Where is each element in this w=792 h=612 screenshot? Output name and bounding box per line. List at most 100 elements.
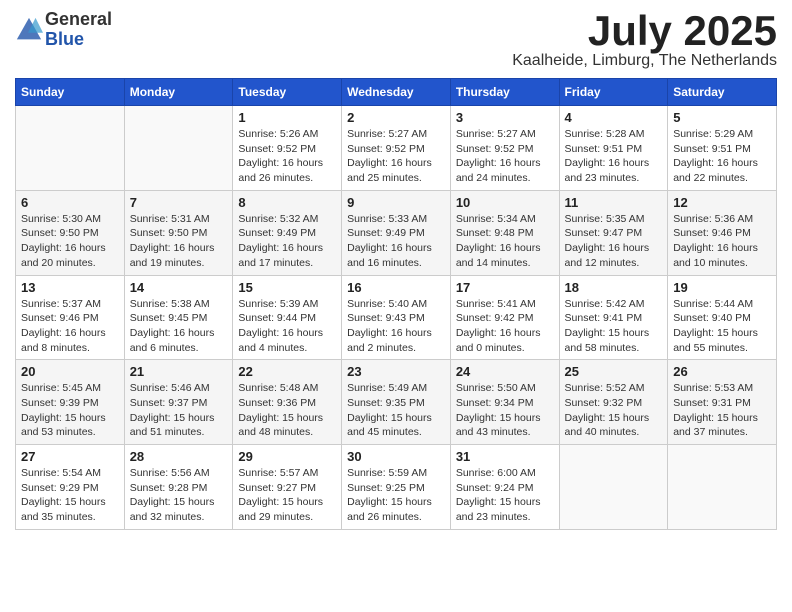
day-number: 26 (673, 364, 771, 379)
calendar-cell: 6Sunrise: 5:30 AMSunset: 9:50 PMDaylight… (16, 190, 125, 275)
day-info: Sunrise: 5:26 AMSunset: 9:52 PMDaylight:… (238, 127, 336, 186)
day-info: Sunrise: 5:40 AMSunset: 9:43 PMDaylight:… (347, 297, 445, 356)
day-info: Sunrise: 5:34 AMSunset: 9:48 PMDaylight:… (456, 212, 554, 271)
day-info: Sunrise: 5:50 AMSunset: 9:34 PMDaylight:… (456, 381, 554, 440)
day-info: Sunrise: 5:32 AMSunset: 9:49 PMDaylight:… (238, 212, 336, 271)
day-info: Sunrise: 5:31 AMSunset: 9:50 PMDaylight:… (130, 212, 228, 271)
day-number: 20 (21, 364, 119, 379)
day-info: Sunrise: 5:27 AMSunset: 9:52 PMDaylight:… (456, 127, 554, 186)
day-number: 2 (347, 110, 445, 125)
calendar-week-5: 27 Sunrise: 5:54 AMSunset: 9:29 PMDayligh… (16, 445, 777, 530)
day-info: Sunrise: 5:56 AMSunset: 9:28 PMDaylight:… (130, 466, 228, 525)
day-info: Sunrise: 5:49 AMSunset: 9:35 PMDaylight:… (347, 381, 445, 440)
day-number: 30 (347, 449, 445, 464)
day-info: Sunrise: 5:41 AMSunset: 9:42 PMDaylight:… (456, 297, 554, 356)
calendar-cell: 10 Sunrise: 5:34 AMSunset: 9:48 PMDayligh… (450, 190, 559, 275)
day-info: Sunrise: 5:54 AMSunset: 9:29 PMDaylight:… (21, 466, 119, 525)
calendar-cell: 30 Sunrise: 5:59 AMSunset: 9:25 PMDayligh… (342, 445, 451, 530)
calendar-week-1: 1 Sunrise: 5:26 AMSunset: 9:52 PMDaylight… (16, 106, 777, 191)
day-number: 27 (21, 449, 119, 464)
header-thursday: Thursday (450, 79, 559, 106)
day-number: 31 (456, 449, 554, 464)
header-monday: Monday (124, 79, 233, 106)
calendar-cell (16, 106, 125, 191)
calendar-cell: 27 Sunrise: 5:54 AMSunset: 9:29 PMDayligh… (16, 445, 125, 530)
calendar-cell (124, 106, 233, 191)
day-info: Sunrise: 5:37 AMSunset: 9:46 PMDaylight:… (21, 297, 119, 356)
logo-general: General (45, 10, 112, 30)
calendar-cell: 8 Sunrise: 5:32 AMSunset: 9:49 PMDaylight… (233, 190, 342, 275)
calendar-cell (559, 445, 668, 530)
day-number: 3 (456, 110, 554, 125)
day-info: Sunrise: 5:44 AMSunset: 9:40 PMDaylight:… (673, 297, 771, 356)
calendar-cell: 21 Sunrise: 5:46 AMSunset: 9:37 PMDayligh… (124, 360, 233, 445)
day-number: 21 (130, 364, 228, 379)
day-info: Sunrise: 5:53 AMSunset: 9:31 PMDaylight:… (673, 381, 771, 440)
calendar-cell: 3 Sunrise: 5:27 AMSunset: 9:52 PMDaylight… (450, 106, 559, 191)
day-number: 29 (238, 449, 336, 464)
day-number: 11 (565, 195, 663, 210)
day-info: Sunrise: 5:30 AMSunset: 9:50 PMDaylight:… (21, 212, 119, 271)
location-title: Kaalheide, Limburg, The Netherlands (512, 52, 777, 70)
day-info: Sunrise: 5:42 AMSunset: 9:41 PMDaylight:… (565, 297, 663, 356)
day-info: Sunrise: 5:33 AMSunset: 9:49 PMDaylight:… (347, 212, 445, 271)
day-info: Sunrise: 5:57 AMSunset: 9:27 PMDaylight:… (238, 466, 336, 525)
day-info: Sunrise: 5:35 AMSunset: 9:47 PMDaylight:… (565, 212, 663, 271)
day-info: Sunrise: 5:38 AMSunset: 9:45 PMDaylight:… (130, 297, 228, 356)
day-number: 24 (456, 364, 554, 379)
day-info: Sunrise: 5:45 AMSunset: 9:39 PMDaylight:… (21, 381, 119, 440)
header-saturday: Saturday (668, 79, 777, 106)
day-info: Sunrise: 5:59 AMSunset: 9:25 PMDaylight:… (347, 466, 445, 525)
calendar-cell: 15Sunrise: 5:39 AMSunset: 9:44 PMDayligh… (233, 275, 342, 360)
calendar-cell: 31 Sunrise: 6:00 AMSunset: 9:24 PMDayligh… (450, 445, 559, 530)
page-header: General Blue July 2025 Kaalheide, Limbur… (15, 10, 777, 70)
calendar-cell: 25 Sunrise: 5:52 AMSunset: 9:32 PMDayligh… (559, 360, 668, 445)
header-friday: Friday (559, 79, 668, 106)
day-number: 5 (673, 110, 771, 125)
day-number: 18 (565, 280, 663, 295)
calendar-cell: 29 Sunrise: 5:57 AMSunset: 9:27 PMDayligh… (233, 445, 342, 530)
month-title: July 2025 (512, 10, 777, 52)
calendar-week-4: 20 Sunrise: 5:45 AMSunset: 9:39 PMDayligh… (16, 360, 777, 445)
calendar-cell: 23 Sunrise: 5:49 AMSunset: 9:35 PMDayligh… (342, 360, 451, 445)
day-number: 13 (21, 280, 119, 295)
calendar-table: Sunday Monday Tuesday Wednesday Thursday… (15, 78, 777, 530)
calendar-cell: 22Sunrise: 5:48 AMSunset: 9:36 PMDayligh… (233, 360, 342, 445)
day-info: Sunrise: 5:48 AMSunset: 9:36 PMDaylight:… (238, 381, 336, 440)
calendar-cell: 26 Sunrise: 5:53 AMSunset: 9:31 PMDayligh… (668, 360, 777, 445)
calendar-cell: 24 Sunrise: 5:50 AMSunset: 9:34 PMDayligh… (450, 360, 559, 445)
calendar-cell: 5Sunrise: 5:29 AMSunset: 9:51 PMDaylight… (668, 106, 777, 191)
logo-text: General Blue (45, 10, 112, 50)
header-wednesday: Wednesday (342, 79, 451, 106)
day-info: Sunrise: 5:52 AMSunset: 9:32 PMDaylight:… (565, 381, 663, 440)
day-number: 23 (347, 364, 445, 379)
calendar-cell: 7 Sunrise: 5:31 AMSunset: 9:50 PMDaylight… (124, 190, 233, 275)
calendar-cell: 14Sunrise: 5:38 AMSunset: 9:45 PMDayligh… (124, 275, 233, 360)
title-section: July 2025 Kaalheide, Limburg, The Nether… (512, 10, 777, 70)
calendar-cell: 13 Sunrise: 5:37 AMSunset: 9:46 PMDayligh… (16, 275, 125, 360)
day-number: 25 (565, 364, 663, 379)
calendar-cell: 2Sunrise: 5:27 AMSunset: 9:52 PMDaylight… (342, 106, 451, 191)
day-number: 8 (238, 195, 336, 210)
calendar-cell: 16 Sunrise: 5:40 AMSunset: 9:43 PMDayligh… (342, 275, 451, 360)
calendar-cell: 20 Sunrise: 5:45 AMSunset: 9:39 PMDayligh… (16, 360, 125, 445)
day-number: 7 (130, 195, 228, 210)
calendar-cell: 12Sunrise: 5:36 AMSunset: 9:46 PMDayligh… (668, 190, 777, 275)
logo-icon (15, 16, 43, 44)
day-number: 17 (456, 280, 554, 295)
calendar-cell: 9Sunrise: 5:33 AMSunset: 9:49 PMDaylight… (342, 190, 451, 275)
day-info: Sunrise: 5:46 AMSunset: 9:37 PMDaylight:… (130, 381, 228, 440)
day-number: 10 (456, 195, 554, 210)
day-number: 19 (673, 280, 771, 295)
calendar-cell: 17 Sunrise: 5:41 AMSunset: 9:42 PMDayligh… (450, 275, 559, 360)
logo-blue: Blue (45, 30, 112, 50)
header-sunday: Sunday (16, 79, 125, 106)
day-info: Sunrise: 6:00 AMSunset: 9:24 PMDaylight:… (456, 466, 554, 525)
calendar-cell: 1 Sunrise: 5:26 AMSunset: 9:52 PMDaylight… (233, 106, 342, 191)
day-number: 28 (130, 449, 228, 464)
calendar-cell (668, 445, 777, 530)
day-number: 1 (238, 110, 336, 125)
day-number: 15 (238, 280, 336, 295)
calendar-week-3: 13 Sunrise: 5:37 AMSunset: 9:46 PMDayligh… (16, 275, 777, 360)
day-number: 16 (347, 280, 445, 295)
